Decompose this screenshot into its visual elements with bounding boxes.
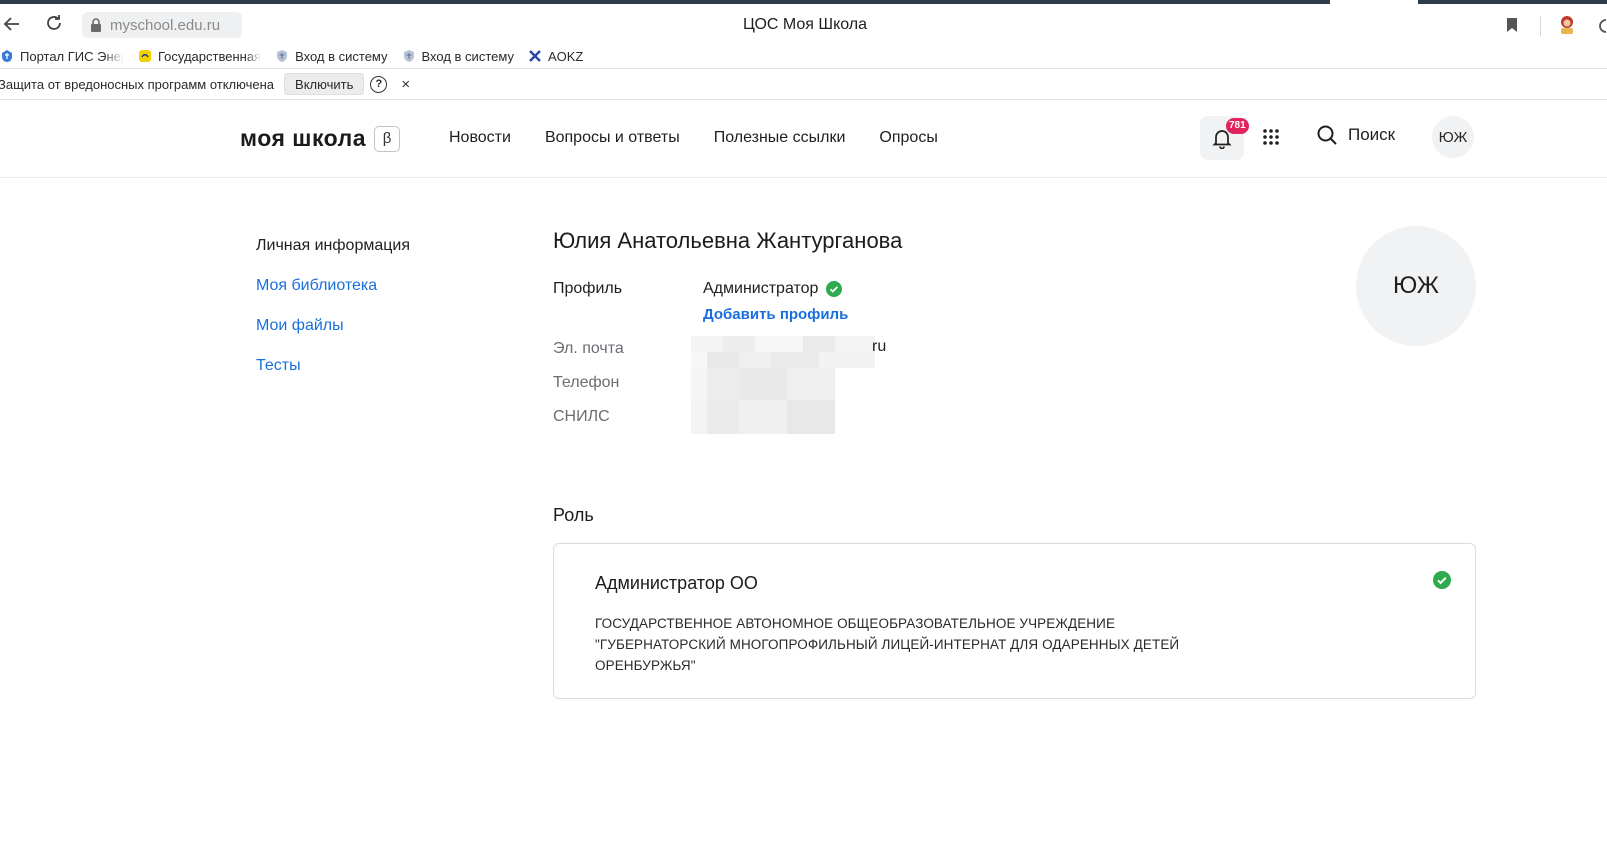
selected-check-icon	[1433, 571, 1451, 589]
bookmark-item[interactable]: Вход в систему	[275, 49, 388, 64]
email-value-tail: ru	[872, 338, 887, 355]
email-label: Эл. почта	[553, 340, 624, 357]
nav-useful-links[interactable]: Полезные ссылки	[714, 129, 846, 147]
malware-warning-infobar: Защита от вредоносных программ отключена…	[0, 68, 1607, 100]
address-bar[interactable]: myschool.edu.ru	[82, 12, 242, 38]
bookmark-item[interactable]: Вход в систему	[402, 49, 514, 64]
apps-grid-icon[interactable]	[1262, 128, 1280, 146]
profile-label: Профиль	[553, 280, 623, 297]
snils-label: СНИЛС	[553, 408, 610, 425]
infobar-message: Защита от вредоносных программ отключена	[0, 76, 275, 92]
search-button[interactable]: Поиск	[1316, 124, 1395, 146]
beta-badge: β	[374, 125, 401, 152]
user-full-name: Юлия Анатольевна Жантурганова	[553, 228, 903, 253]
bookmark-item[interactable]: Государственная	[138, 49, 261, 64]
help-icon[interactable]: ?	[370, 75, 388, 93]
nav-surveys[interactable]: Опросы	[879, 129, 937, 147]
role-section-title: Роль	[553, 505, 594, 525]
extension-avatar-icon[interactable]	[1556, 14, 1578, 36]
enable-protection-button[interactable]: Включить	[284, 73, 365, 95]
bookmark-item[interactable]: AOKZ	[528, 49, 583, 64]
phone-label: Телефон	[553, 374, 620, 391]
site-logo[interactable]: моя школа β	[240, 125, 401, 152]
search-icon	[1317, 125, 1337, 145]
page-tab-title: ЦОС Моя Школа	[742, 16, 868, 33]
sidebar-item-personal-info[interactable]: Личная информация	[256, 236, 410, 276]
add-profile-link[interactable]: Добавить профиль	[703, 306, 848, 323]
profile-avatar[interactable]: ЮЖ	[1356, 226, 1476, 346]
user-avatar-button[interactable]: ЮЖ	[1432, 116, 1474, 158]
bookmark-item[interactable]: Портал ГИС Энер	[0, 49, 124, 64]
nav-news[interactable]: Новости	[449, 129, 511, 147]
reload-icon[interactable]	[44, 13, 64, 33]
bookmark-star-icon[interactable]	[1506, 17, 1518, 33]
role-card[interactable]: Администратор ОО ГОСУДАРСТВЕННОЕ АВТОНОМ…	[553, 543, 1476, 699]
site-header: моя школа β Новости Вопросы и ответы Пол…	[0, 100, 1607, 178]
shield-emblem-icon	[403, 50, 414, 62]
url-text: myschool.edu.ru	[110, 16, 221, 34]
shield-emblem-icon	[277, 50, 288, 62]
main-nav: Новости Вопросы и ответы Полезные ссылки…	[449, 129, 972, 147]
redacted-contact-data	[691, 336, 875, 434]
close-icon[interactable]: ×	[401, 76, 410, 93]
role-name: Администратор ОО	[595, 573, 758, 593]
notification-count-badge: 781	[1226, 118, 1249, 134]
nav-faq[interactable]: Вопросы и ответы	[545, 129, 680, 147]
sidebar-item-tests[interactable]: Тесты	[256, 356, 410, 396]
role-organization: ГОСУДАРСТВЕННОЕ АВТОНОМНОЕ ОБЩЕОБРАЗОВАТ…	[595, 616, 1180, 673]
bookmarks-bar: Портал ГИС Энер Государственная Вход в с…	[0, 44, 1607, 68]
sidebar-item-files[interactable]: Мои файлы	[256, 316, 410, 356]
profile-value: Администратор	[703, 280, 843, 298]
menu-cutoff-icon[interactable]	[1598, 16, 1607, 36]
back-arrow-icon[interactable]	[2, 14, 22, 34]
toolbar-divider	[1540, 16, 1541, 36]
gosuslugi-icon	[139, 50, 151, 62]
lock-icon	[91, 18, 101, 32]
logo-text: моя школа	[240, 125, 367, 151]
notifications-button[interactable]: 781	[1200, 116, 1249, 160]
aokz-x-icon	[529, 50, 541, 62]
browser-toolbar: myschool.edu.ru ЦОС Моя Школа	[0, 4, 1607, 44]
profile-sidebar: Личная информация Моя библиотека Мои фай…	[256, 236, 410, 396]
search-label: Поиск	[1348, 125, 1396, 144]
gov-emblem-icon	[2, 50, 12, 62]
profile-role-text: Администратор	[703, 280, 819, 297]
sidebar-item-library[interactable]: Моя библиотека	[256, 276, 410, 316]
verified-check-icon	[826, 281, 843, 297]
